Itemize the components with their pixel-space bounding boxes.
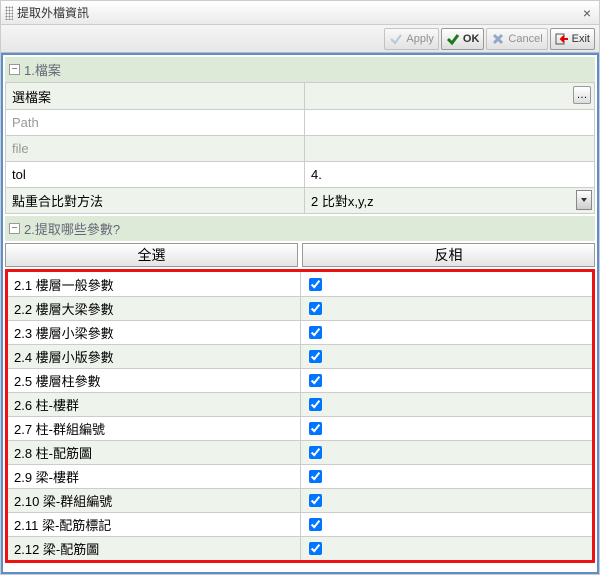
invert-button[interactable]: 反相	[302, 243, 595, 267]
param-label: 2.7 柱-群組編號	[8, 419, 300, 438]
exit-label: Exit	[572, 33, 590, 45]
param-label: 2.4 樓層小版參數	[8, 347, 300, 366]
chevron-down-icon	[580, 196, 588, 204]
close-icon[interactable]: ×	[579, 5, 595, 21]
param-checkbox-cell	[300, 369, 330, 392]
exit-icon	[555, 32, 569, 46]
param-checkbox-cell	[300, 321, 330, 344]
param-row: 2.7 柱-群組編號	[8, 416, 592, 440]
section2-header[interactable]: − 2.提取哪些參數?	[5, 216, 595, 241]
titlebar[interactable]: 提取外檔資訊 ×	[1, 1, 599, 25]
method-cell[interactable]: 2 比對x,y,z	[304, 188, 594, 213]
param-checkbox[interactable]	[309, 374, 322, 387]
param-checkbox-cell	[300, 465, 330, 488]
param-checkbox[interactable]	[309, 350, 322, 363]
section1-header[interactable]: − 1.檔案	[5, 57, 595, 82]
browse-button[interactable]: …	[573, 86, 591, 104]
param-checkbox[interactable]	[309, 422, 322, 435]
content-area: − 1.檔案 選檔案 … Path file tol 4.	[1, 53, 599, 574]
param-label: 2.3 樓層小梁參數	[8, 323, 300, 342]
param-row: 2.1 樓層一般參數	[8, 272, 592, 296]
collapse-icon[interactable]: −	[9, 223, 20, 234]
param-checkbox-cell	[300, 441, 330, 464]
param-label: 2.8 柱-配筋圖	[8, 443, 300, 462]
param-checkbox-cell	[300, 489, 330, 512]
section1-title: 1.檔案	[24, 60, 61, 79]
param-label: 2.9 梁-樓群	[8, 467, 300, 486]
param-label: 2.6 柱-樓群	[8, 395, 300, 414]
param-label: 2.11 梁-配筋標記	[8, 515, 300, 534]
param-checkbox-cell	[300, 345, 330, 368]
param-checkbox[interactable]	[309, 470, 322, 483]
param-checkbox-cell	[300, 537, 330, 560]
cancel-icon	[491, 32, 505, 46]
select-all-button[interactable]: 全選	[5, 243, 298, 267]
param-checkbox-cell	[300, 272, 330, 296]
file-value	[304, 136, 594, 161]
param-row: 2.6 柱-樓群	[8, 392, 592, 416]
param-row: 2.11 梁-配筋標記	[8, 512, 592, 536]
path-value	[304, 110, 594, 135]
param-row: 2.3 樓層小梁參數	[8, 320, 592, 344]
param-checkbox[interactable]	[309, 518, 322, 531]
param-checkbox[interactable]	[309, 542, 322, 555]
params-list: 2.1 樓層一般參數 2.2 樓層大梁參數 2.3 樓層小梁參數 2.4 樓層小版參數…	[5, 269, 595, 563]
param-checkbox[interactable]	[309, 446, 322, 459]
param-label: 2.2 樓層大梁參數	[8, 299, 300, 318]
tol-label: tol	[6, 162, 304, 187]
param-checkbox[interactable]	[309, 302, 322, 315]
collapse-icon[interactable]: −	[9, 64, 20, 75]
param-label: 2.1 樓層一般參數	[8, 275, 300, 294]
toolbar: Apply OK Cancel Exit	[1, 25, 599, 53]
param-checkbox[interactable]	[309, 494, 322, 507]
apply-label: Apply	[406, 33, 434, 45]
param-row: 2.9 梁-樓群	[8, 464, 592, 488]
cancel-button[interactable]: Cancel	[486, 28, 547, 50]
cancel-label: Cancel	[508, 33, 542, 45]
exit-button[interactable]: Exit	[550, 28, 595, 50]
ok-button[interactable]: OK	[441, 28, 485, 50]
window-title: 提取外檔資訊	[17, 4, 579, 21]
apply-button[interactable]: Apply	[384, 28, 439, 50]
ok-label: OK	[463, 33, 480, 45]
tol-value[interactable]: 4.	[304, 162, 594, 187]
dropdown-button[interactable]	[576, 190, 592, 210]
select-file-cell[interactable]: …	[304, 83, 594, 109]
apply-icon	[389, 32, 403, 46]
path-label: Path	[6, 110, 304, 135]
param-label: 2.5 樓層柱參數	[8, 371, 300, 390]
method-label: 點重合比對方法	[6, 188, 304, 213]
file-label: file	[6, 136, 304, 161]
param-checkbox[interactable]	[309, 326, 322, 339]
file-grid: 選檔案 … Path file tol 4. 點重合比對方法	[5, 82, 595, 214]
selection-buttons: 全選 反相	[5, 243, 595, 267]
param-row: 2.8 柱-配筋圖	[8, 440, 592, 464]
param-checkbox-cell	[300, 417, 330, 440]
param-row: 2.12 梁-配筋圖	[8, 536, 592, 560]
param-checkbox-cell	[300, 393, 330, 416]
param-label: 2.12 梁-配筋圖	[8, 539, 300, 558]
param-checkbox-cell	[300, 297, 330, 320]
param-checkbox-cell	[300, 513, 330, 536]
method-value: 2 比對x,y,z	[311, 191, 374, 210]
param-checkbox[interactable]	[309, 278, 322, 291]
param-row: 2.10 梁-群組編號	[8, 488, 592, 512]
dialog-window: 提取外檔資訊 × Apply OK Cancel Exit	[0, 0, 600, 575]
param-row: 2.2 樓層大梁參數	[8, 296, 592, 320]
param-row: 2.5 樓層柱參數	[8, 368, 592, 392]
section2-title: 2.提取哪些參數?	[24, 219, 120, 238]
select-file-label: 選檔案	[6, 83, 304, 109]
param-row: 2.4 樓層小版參數	[8, 344, 592, 368]
param-checkbox[interactable]	[309, 398, 322, 411]
drag-handle-icon	[5, 6, 13, 20]
check-icon	[446, 32, 460, 46]
param-label: 2.10 梁-群組編號	[8, 491, 300, 510]
